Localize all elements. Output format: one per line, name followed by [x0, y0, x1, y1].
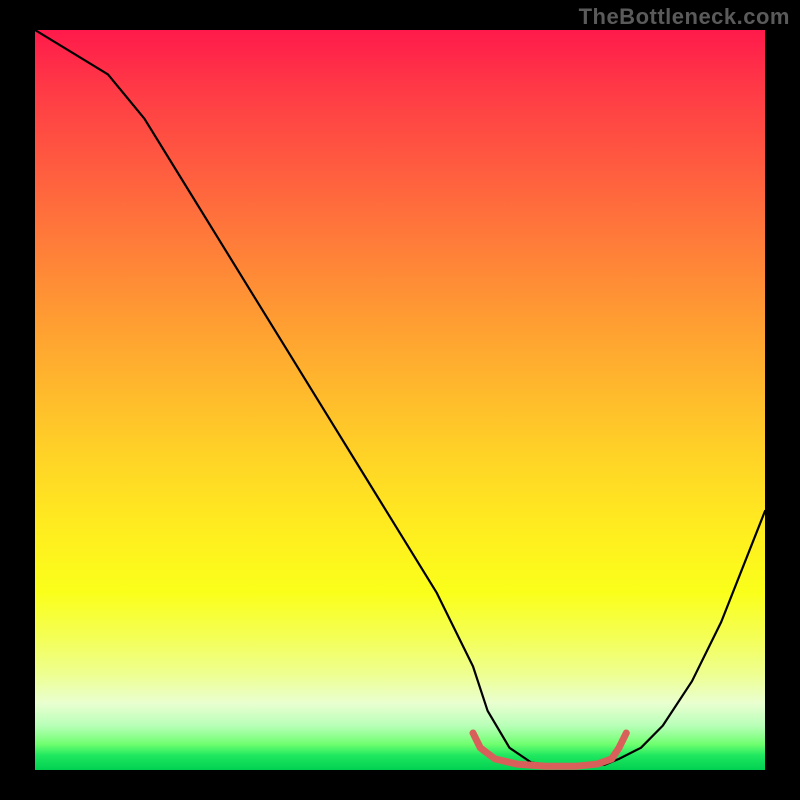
watermark-text: TheBottleneck.com — [579, 4, 790, 30]
chart-frame: TheBottleneck.com — [0, 0, 800, 800]
marker-curve-path — [473, 733, 626, 766]
bottleneck-curve-path — [35, 30, 765, 766]
plot-area — [35, 30, 765, 770]
curve-layer — [35, 30, 765, 770]
